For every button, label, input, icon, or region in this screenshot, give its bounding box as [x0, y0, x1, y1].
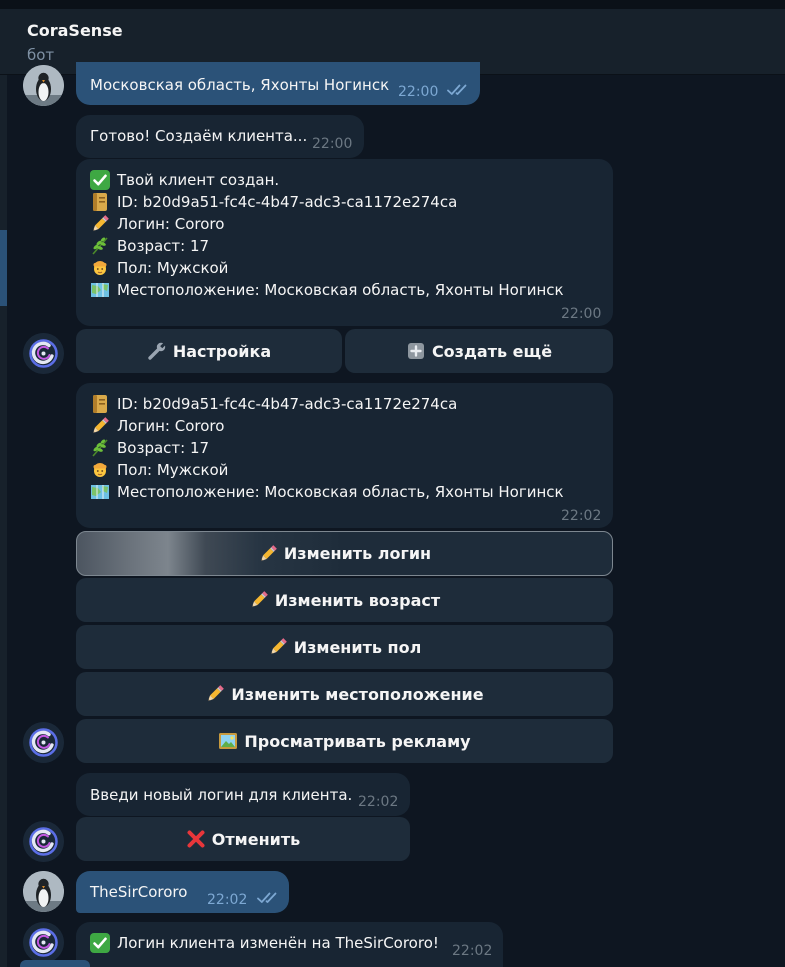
chat-title[interactable]: CoraSense [27, 21, 123, 40]
user-avatar[interactable] [23, 65, 64, 106]
map-icon [90, 280, 110, 300]
settings-button[interactable]: Настройка [76, 329, 342, 373]
line-text: Местоположение: Московская область, Яхон… [117, 281, 564, 299]
bot-avatar[interactable] [23, 722, 64, 763]
line-text: Логин: Cororo [117, 417, 225, 435]
cross-mark-icon [186, 829, 206, 849]
message-time: 22:02 [452, 943, 493, 959]
pencil-icon [258, 544, 278, 564]
line-text: Местоположение: Московская область, Яхон… [117, 483, 564, 501]
message-line: Логин клиента изменён на TheSirCororo! [90, 932, 439, 954]
line-text: ID: b20d9a51-fc4c-4b47-adc3-ca1172e274ca [117, 395, 458, 413]
message-text: Логин клиента изменён на TheSirCororo! [117, 934, 439, 952]
bot-avatar[interactable] [23, 333, 64, 374]
left-panel-highlight [0, 230, 7, 306]
id-card-icon [90, 192, 110, 212]
message-time: 22:00 [398, 84, 439, 100]
message-time: 22:00 [561, 306, 602, 322]
message-bubble-incoming[interactable]: Логин клиента изменён на TheSirCororo! 2… [76, 922, 503, 967]
message-bubble-incoming[interactable]: Введи новый логин для клиента. 22:02 [76, 773, 410, 816]
bot-avatar[interactable] [23, 821, 64, 862]
message-body: ID: b20d9a51-fc4c-4b47-adc3-ca1172e274ca… [90, 393, 564, 503]
left-panel-edge [0, 75, 7, 967]
cancel-button[interactable]: Отменить [76, 817, 410, 861]
id-card-icon [90, 394, 110, 414]
line-text: Возраст: 17 [117, 439, 210, 457]
pencil-icon [90, 214, 110, 234]
button-label: Изменить логин [283, 544, 432, 563]
herb-icon [90, 236, 110, 256]
message-line: Логин: Cororo [90, 213, 564, 235]
change-location-button[interactable]: Изменить местоположение [76, 672, 613, 716]
message-line: Пол: Мужской [90, 257, 564, 279]
line-text: ID: b20d9a51-fc4c-4b47-adc3-ca1172e274ca [117, 193, 458, 211]
message-line: Возраст: 17 [90, 235, 564, 257]
button-label: Отменить [211, 829, 301, 849]
message-time: 22:02 [358, 794, 399, 810]
bot-avatar[interactable] [23, 922, 64, 963]
person-icon [90, 460, 110, 480]
button-label: Настройка [172, 341, 272, 361]
herb-icon [90, 438, 110, 458]
pencil-icon [268, 637, 288, 657]
message-line: Возраст: 17 [90, 437, 564, 459]
check-mark-icon [90, 170, 110, 190]
button-label: Создать ещё [431, 341, 553, 361]
change-login-button[interactable]: Изменить логин [76, 531, 613, 576]
watch-ads-button[interactable]: Просматривать рекламу [76, 719, 613, 763]
create-more-button[interactable]: Создать ещё [345, 329, 613, 373]
message-bubble-outgoing[interactable]: Московская область, Яхонты Ногинск 22:00 [76, 62, 480, 105]
line-text: Возраст: 17 [117, 237, 210, 255]
message-bubble-incoming[interactable]: ID: b20d9a51-fc4c-4b47-adc3-ca1172e274ca… [76, 383, 613, 528]
message-bubble-incoming[interactable]: Готово! Создаём клиента... 22:00 [76, 115, 364, 158]
pencil-icon [90, 416, 110, 436]
message-line: Твой клиент создан. [90, 169, 564, 191]
message-text: TheSirCororo [90, 883, 188, 901]
line-text: Твой клиент создан. [117, 171, 280, 189]
line-text: Пол: Мужской [117, 461, 229, 479]
wrench-icon [147, 341, 167, 361]
message-text: Введи новый логин для клиента. [90, 786, 353, 804]
picture-icon [218, 731, 238, 751]
user-avatar[interactable] [23, 871, 64, 912]
line-text: Логин: Cororo [117, 215, 225, 233]
double-check-icon [257, 891, 281, 905]
change-gender-button[interactable]: Изменить пол [76, 625, 613, 669]
message-line: Пол: Мужской [90, 459, 564, 481]
pencil-icon [205, 684, 225, 704]
message-line: Логин: Cororo [90, 415, 564, 437]
map-icon [90, 482, 110, 502]
button-label: Изменить пол [293, 637, 422, 657]
person-icon [90, 258, 110, 278]
message-line: Местоположение: Московская область, Яхон… [90, 481, 564, 503]
button-label: Просматривать рекламу [244, 731, 471, 751]
message-body: Твой клиент создан. ID: b20d9a51-fc4c-4b… [90, 169, 564, 301]
bottom-bar-fragment [20, 960, 90, 967]
double-check-icon [447, 83, 471, 97]
message-bubble-outgoing[interactable]: TheSirCororo 22:02 [76, 871, 289, 913]
pencil-icon [249, 590, 269, 610]
chat-subtitle: бот [27, 46, 55, 64]
message-line: ID: b20d9a51-fc4c-4b47-adc3-ca1172e274ca [90, 393, 564, 415]
button-label: Изменить местоположение [231, 684, 484, 704]
message-line: ID: b20d9a51-fc4c-4b47-adc3-ca1172e274ca [90, 191, 564, 213]
message-time: 22:00 [312, 136, 353, 152]
message-text: Готово! Создаём клиента... [90, 127, 308, 145]
message-time: 22:02 [207, 892, 248, 908]
message-text: Московская область, Яхонты Ногинск [90, 76, 390, 94]
message-line: Местоположение: Московская область, Яхон… [90, 279, 564, 301]
button-label: Изменить возраст [274, 590, 441, 610]
check-mark-icon [90, 933, 110, 953]
message-time: 22:02 [561, 508, 602, 524]
change-age-button[interactable]: Изменить возраст [76, 578, 613, 622]
message-bubble-incoming[interactable]: Твой клиент создан. ID: b20d9a51-fc4c-4b… [76, 159, 613, 326]
line-text: Пол: Мужской [117, 259, 229, 277]
plus-icon [406, 341, 426, 361]
window-top-strip [0, 0, 785, 9]
